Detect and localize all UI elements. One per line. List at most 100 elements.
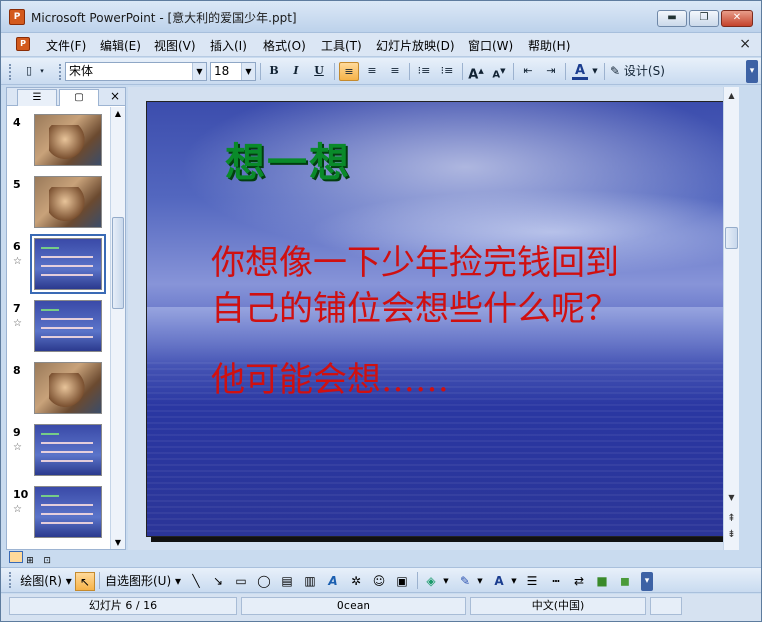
design-button[interactable]: ✎ 设计(S) bbox=[610, 62, 672, 81]
next-slide-icon[interactable]: ⇟ bbox=[724, 528, 739, 542]
shrink-font-icon[interactable]: A▼ bbox=[489, 62, 509, 81]
slide-thumbnail-row[interactable]: 10 ☆ bbox=[7, 486, 111, 548]
line-style-icon[interactable]: ☰ bbox=[523, 572, 541, 591]
main-scrollbar[interactable]: ▲ ▼ ⇞ ⇟ bbox=[723, 87, 739, 550]
font-size-select[interactable]: 18 ▼ bbox=[210, 62, 256, 81]
slide-thumbnail-row[interactable]: 7 ☆ bbox=[7, 300, 111, 362]
toolbar-grip[interactable] bbox=[9, 572, 12, 588]
align-center-icon[interactable]: ≡ bbox=[362, 62, 382, 81]
decrease-indent-icon[interactable]: ⇤ bbox=[518, 62, 538, 81]
picture-icon[interactable]: ▣ bbox=[393, 572, 411, 591]
slide-thumbnail[interactable] bbox=[34, 176, 102, 228]
menu-tools[interactable]: 工具(T) bbox=[321, 37, 362, 54]
thumbnail-text-line bbox=[41, 336, 93, 338]
font-family-select[interactable]: 宋体 ▼ bbox=[65, 62, 207, 81]
menu-file[interactable]: 文件(F) bbox=[46, 37, 86, 54]
slide-thumbnail[interactable] bbox=[34, 424, 102, 476]
text-box-icon[interactable]: ▤ bbox=[278, 572, 296, 591]
slide-thumbnail-row[interactable]: 5 bbox=[7, 176, 111, 238]
current-slide[interactable]: 想一想 你想像一下少年捡完钱回到 自己的铺位会想些什么呢？ 他可能会想…… bbox=[146, 101, 727, 537]
wordart-icon[interactable]: A bbox=[324, 572, 342, 591]
separator bbox=[462, 63, 463, 80]
toolbar-overflow-icon[interactable]: ▾ bbox=[641, 572, 653, 591]
italic-button[interactable]: I bbox=[286, 62, 306, 81]
font-color-icon[interactable]: A bbox=[490, 572, 508, 591]
powerpoint-app-icon[interactable]: P bbox=[9, 9, 25, 25]
toolbar-grip[interactable] bbox=[9, 64, 12, 80]
oval-icon[interactable]: ◯ bbox=[255, 572, 273, 591]
document-icon[interactable]: P bbox=[16, 37, 30, 51]
increase-indent-icon[interactable]: ⇥ bbox=[541, 62, 561, 81]
slide-thumbnail-row[interactable]: 6 ☆ bbox=[7, 234, 111, 300]
slide-thumbnail[interactable] bbox=[34, 486, 102, 538]
align-right-icon[interactable]: ≡ bbox=[385, 62, 405, 81]
font-color-icon[interactable]: A bbox=[570, 62, 590, 81]
grow-font-icon[interactable]: A▲ bbox=[466, 62, 486, 82]
slide-thumbnail-row[interactable]: 8 bbox=[7, 362, 111, 424]
autoshapes-button[interactable]: 自选图形(U) ▾ bbox=[104, 572, 182, 591]
scroll-thumb[interactable] bbox=[112, 217, 124, 309]
menu-edit[interactable]: 编辑(E) bbox=[100, 37, 141, 54]
scroll-up-icon[interactable]: ▲ bbox=[724, 89, 739, 103]
chevron-down-icon[interactable]: ▼ bbox=[192, 63, 206, 80]
draw-menu-button[interactable]: 绘图(R) ▾ bbox=[19, 572, 73, 591]
menu-format[interactable]: 格式(O) bbox=[263, 37, 306, 54]
select-objects-icon[interactable]: ↖ bbox=[75, 572, 95, 591]
menu-view[interactable]: 视图(V) bbox=[154, 37, 196, 54]
diagram-icon[interactable]: ✲ bbox=[347, 572, 365, 591]
chevron-down-icon[interactable]: ▼ bbox=[590, 62, 600, 81]
underline-button[interactable]: U bbox=[309, 62, 329, 81]
arrow-style-icon[interactable]: ⇄ bbox=[570, 572, 588, 591]
vertical-text-box-icon[interactable]: ▥ bbox=[301, 572, 319, 591]
clip-art-icon[interactable]: ☺ bbox=[370, 572, 388, 591]
menu-slideshow[interactable]: 幻灯片放映(D) bbox=[376, 37, 455, 54]
slide-body-text-2[interactable]: 他可能会想…… bbox=[211, 352, 449, 401]
line-color-icon[interactable]: ✎ bbox=[456, 572, 474, 591]
chevron-down-icon[interactable]: ▼ bbox=[441, 572, 451, 591]
slide-thumbnail[interactable] bbox=[34, 362, 102, 414]
scroll-down-icon[interactable]: ▼ bbox=[111, 538, 125, 547]
menu-window[interactable]: 窗口(W) bbox=[468, 37, 513, 54]
slide-body-text[interactable]: 你想像一下少年捡完钱回到 自己的铺位会想些什么呢？ bbox=[211, 240, 691, 332]
toolbar-grip-2[interactable] bbox=[59, 64, 62, 80]
fill-color-icon[interactable]: ◈ bbox=[422, 572, 440, 591]
slide-thumbnail-row[interactable]: 9 ☆ bbox=[7, 424, 111, 486]
dash-style-icon[interactable]: ┅ bbox=[547, 572, 565, 591]
numbered-list-icon[interactable]: ⁝≡ bbox=[414, 62, 434, 81]
toolbar-options-icon[interactable]: ▾ bbox=[37, 62, 47, 81]
tab-slides[interactable]: ▢ bbox=[59, 89, 99, 106]
close-button[interactable]: ✕ bbox=[721, 10, 753, 27]
rectangle-icon[interactable]: ▭ bbox=[232, 572, 250, 591]
pane-close-button[interactable]: × bbox=[110, 89, 120, 103]
scroll-down-icon[interactable]: ▼ bbox=[724, 491, 739, 505]
previous-slide-icon[interactable]: ⇞ bbox=[724, 512, 739, 526]
slide-thumbnail[interactable] bbox=[34, 114, 102, 166]
document-close-button[interactable]: × bbox=[739, 36, 751, 52]
chevron-down-icon[interactable]: ▼ bbox=[509, 572, 519, 591]
menu-help[interactable]: 帮助(H) bbox=[528, 37, 570, 54]
scroll-up-icon[interactable]: ▲ bbox=[111, 109, 125, 118]
slide-title[interactable]: 想一想 bbox=[225, 130, 351, 188]
slide-thumbnail-row[interactable]: 4 bbox=[7, 114, 111, 176]
3d-style-icon[interactable]: ◼ bbox=[616, 572, 634, 591]
slide-thumbnail[interactable] bbox=[30, 234, 106, 294]
chevron-down-icon[interactable]: ▼ bbox=[241, 63, 255, 80]
arrow-icon[interactable]: ↘ bbox=[209, 572, 227, 591]
line-icon[interactable]: ╲ bbox=[187, 572, 205, 591]
align-left-icon[interactable]: ≡ bbox=[339, 62, 359, 81]
slide-thumbnail[interactable] bbox=[34, 300, 102, 352]
font-color-letter: A bbox=[574, 63, 586, 78]
new-document-icon[interactable]: ▯ bbox=[19, 62, 39, 81]
bold-button[interactable]: B bbox=[264, 62, 284, 81]
normal-view-icon[interactable] bbox=[9, 551, 23, 563]
bullet-list-icon[interactable]: ⁝≡ bbox=[437, 62, 457, 81]
chevron-down-icon[interactable]: ▼ bbox=[475, 572, 485, 591]
restore-button[interactable]: ❐ bbox=[689, 10, 719, 27]
toolbar-overflow-icon[interactable]: ▾ bbox=[746, 60, 758, 83]
slides-pane-scrollbar[interactable]: ▲ ▼ bbox=[110, 107, 125, 549]
minimize-button[interactable]: ▬ bbox=[657, 10, 687, 27]
menu-insert[interactable]: 插入(I) bbox=[210, 37, 247, 54]
scroll-thumb[interactable] bbox=[725, 227, 738, 249]
tab-outline[interactable]: ☰ bbox=[17, 89, 57, 106]
shadow-style-icon[interactable]: ■ bbox=[593, 572, 611, 591]
